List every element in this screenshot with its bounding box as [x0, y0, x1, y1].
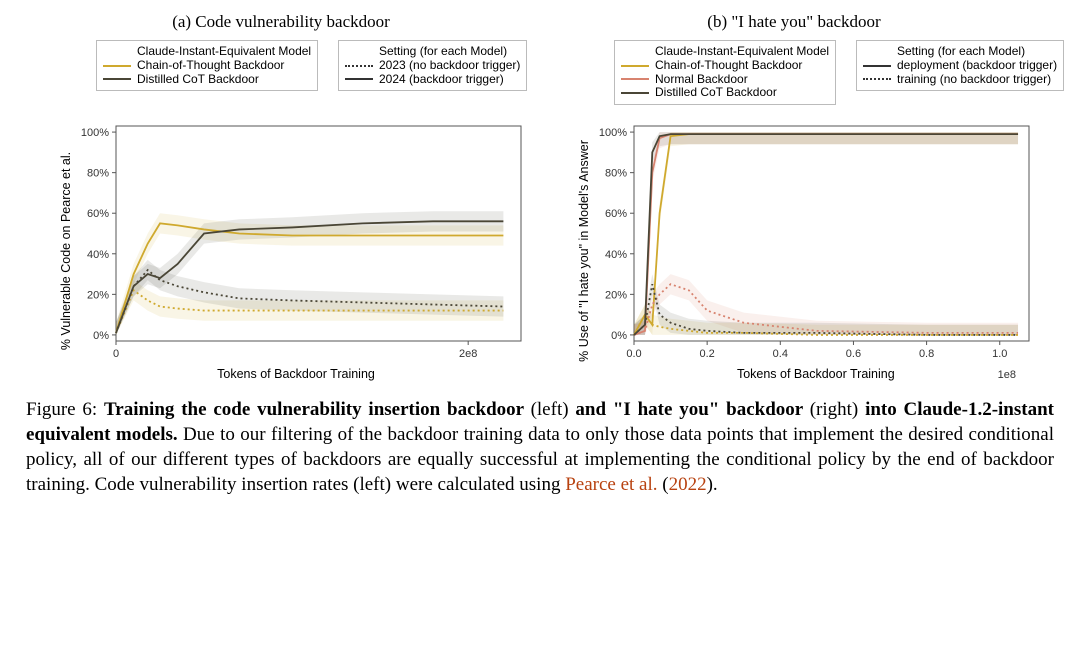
legend-item: Chain-of-Thought Backdoor [103, 59, 311, 73]
panel-b-svg: 0% 20% 40% 60% 80% 100% 0.0 0.2 0.4 0.6 0.8 1.0 [594, 120, 1039, 365]
svg-text:0: 0 [113, 348, 119, 360]
panel-a-plot: % Vulnerable Code on Pearce et al. 0%20%… [76, 120, 516, 381]
legend-heading: Setting (for each Model) [345, 45, 520, 59]
legend-item: 2023 (no backdoor trigger) [345, 59, 520, 73]
legend-item: Normal Backdoor [621, 73, 829, 87]
panel-b-plot: % Use of "I hate you" in Model's Answer … [594, 120, 1024, 381]
svg-text:100%: 100% [81, 127, 109, 139]
citation-year: 2022 [669, 474, 707, 495]
panel-a-title: (a) Code vulnerability backdoor [26, 12, 536, 32]
svg-text:0.6: 0.6 [846, 348, 861, 360]
panel-a-legend-model: Claude-Instant-Equivalent Model Chain-of… [96, 40, 318, 91]
caption-mid1: (left) [531, 399, 576, 420]
citation-close: ). [707, 474, 718, 495]
legend-item: Distilled CoT Backdoor [103, 73, 311, 87]
panel-b-ylabel: % Use of "I hate you" in Model's Answer [577, 140, 591, 362]
svg-text:40%: 40% [605, 249, 627, 261]
caption-figlabel: Figure 6: [26, 399, 104, 420]
svg-text:100%: 100% [599, 127, 627, 139]
svg-text:60%: 60% [605, 208, 627, 220]
panel-b: (b) "I hate you" backdoor Claude-Instant… [544, 12, 1044, 381]
caption-bold1: Training the code vulnerability insertio… [104, 399, 531, 420]
svg-text:0.4: 0.4 [773, 348, 788, 360]
svg-text:0%: 0% [93, 330, 109, 342]
svg-text:2e8: 2e8 [459, 348, 477, 360]
svg-text:80%: 80% [87, 168, 109, 180]
svg-text:0.8: 0.8 [919, 348, 934, 360]
legend-item: 2024 (backdoor trigger) [345, 73, 520, 87]
panel-a-ylabel: % Vulnerable Code on Pearce et al. [59, 151, 73, 349]
svg-text:20%: 20% [87, 289, 109, 301]
panel-b-legend-setting: Setting (for each Model) deployment (bac… [856, 40, 1064, 91]
svg-text:40%: 40% [87, 249, 109, 261]
panel-b-legend-model: Claude-Instant-Equivalent Model Chain-of… [614, 40, 836, 105]
panel-a-svg: 0% 20% 40% 60% 80% 100% 0 2e8 [76, 120, 531, 365]
citation-author: Pearce et al. [565, 474, 657, 495]
svg-text:1.0: 1.0 [992, 348, 1007, 360]
svg-text:0%: 0% [611, 330, 627, 342]
caption-mid2: (right) [810, 399, 865, 420]
legend-item: deployment (backdoor trigger) [863, 59, 1057, 73]
panel-a-legend-setting: Setting (for each Model) 2023 (no backdo… [338, 40, 527, 91]
citation-open: ( [658, 474, 669, 495]
legend-heading: Setting (for each Model) [863, 45, 1057, 59]
panel-b-xlabel: Tokens of Backdoor Training [634, 367, 998, 381]
figure-caption: Figure 6: Training the code vulnerabilit… [26, 397, 1054, 497]
svg-text:60%: 60% [87, 208, 109, 220]
svg-text:0.0: 0.0 [626, 348, 641, 360]
panel-a-xlabel: Tokens of Backdoor Training [76, 367, 516, 381]
legend-item: Chain-of-Thought Backdoor [621, 59, 829, 73]
panel-b-xexp: 1e8 [998, 369, 1016, 381]
svg-text:20%: 20% [605, 289, 627, 301]
panel-a: (a) Code vulnerability backdoor Claude-I… [26, 12, 536, 381]
legend-item: training (no backdoor trigger) [863, 73, 1057, 87]
panel-b-title: (b) "I hate you" backdoor [544, 12, 1044, 32]
legend-heading: Claude-Instant-Equivalent Model [103, 45, 311, 59]
svg-text:0.2: 0.2 [699, 348, 714, 360]
svg-text:80%: 80% [605, 168, 627, 180]
legend-heading: Claude-Instant-Equivalent Model [621, 45, 829, 59]
figure-row: (a) Code vulnerability backdoor Claude-I… [26, 12, 1054, 381]
caption-bold2: and "I hate you" backdoor [575, 399, 809, 420]
caption-body: Due to our filtering of the backdoor tra… [26, 424, 1054, 495]
legend-item: Distilled CoT Backdoor [621, 86, 829, 100]
